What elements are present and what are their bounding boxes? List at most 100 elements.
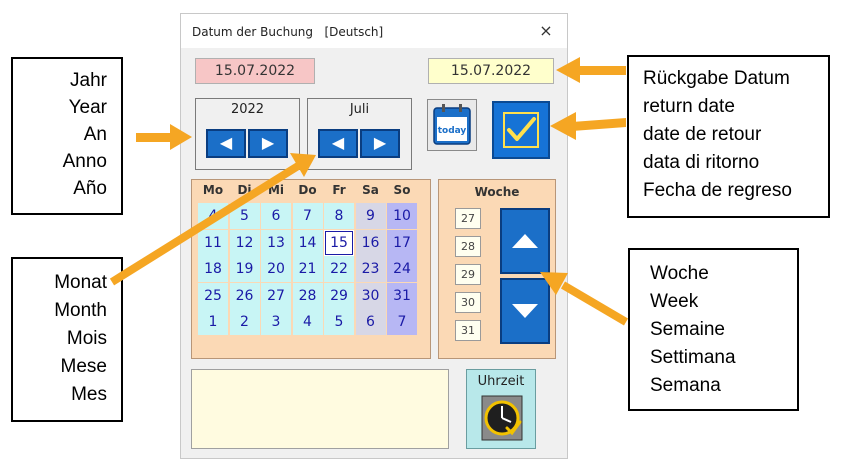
svg-text:today: today xyxy=(438,126,467,136)
clock-icon xyxy=(481,395,523,441)
year-next-button[interactable]: ▶ xyxy=(248,129,288,158)
calendar-day[interactable]: 14 xyxy=(292,229,323,256)
calendar-day[interactable]: 6 xyxy=(355,309,386,335)
calendar-day[interactable]: 2 xyxy=(229,309,260,335)
date-dialog: Datum der Buchung [Deutsch] × 15.07.2022… xyxy=(180,13,568,459)
callout-line: Fecha de regreso xyxy=(643,180,792,201)
calendar-day[interactable]: 20 xyxy=(261,256,291,282)
calendar-day[interactable]: 4 xyxy=(198,203,228,229)
calendar-day[interactable]: 15 xyxy=(324,229,354,256)
callout-line: Año xyxy=(73,178,107,199)
callout-line: Rückgabe Datum xyxy=(643,68,790,89)
calendar-day[interactable]: 19 xyxy=(229,256,260,282)
week-down-button[interactable] xyxy=(500,278,550,344)
callout-line: Mes xyxy=(71,384,107,405)
calendar-day[interactable]: 27 xyxy=(261,282,291,309)
time-button[interactable]: Uhrzeit xyxy=(466,369,536,449)
callout-line: data di ritorno xyxy=(643,152,760,173)
calendar-day[interactable]: 6 xyxy=(261,203,291,229)
calendar-day[interactable]: 30 xyxy=(355,282,386,309)
week-number[interactable]: 31 xyxy=(455,320,481,341)
day-of-week-header: Mo xyxy=(202,183,224,197)
callout-line: Semaine xyxy=(650,319,725,340)
return-date-callout: Rückgabe Datum return date date de retou… xyxy=(627,55,830,218)
month-next-button[interactable]: ▶ xyxy=(360,129,400,158)
calendar-day[interactable]: 22 xyxy=(324,256,354,282)
calendar-day[interactable]: 23 xyxy=(355,256,386,282)
calendar-day[interactable]: 31 xyxy=(387,282,417,309)
year-spinner: 2022 ◀ ▶ xyxy=(195,98,300,170)
checkmark-icon xyxy=(503,112,539,148)
year-prev-button[interactable]: ◀ xyxy=(206,129,246,158)
calendar-day[interactable]: 24 xyxy=(387,256,417,282)
arrow-down-icon xyxy=(512,304,538,318)
callout-line: Semana xyxy=(650,375,721,396)
arrow-right-icon: ▶ xyxy=(373,133,387,152)
callout-line: Settimana xyxy=(650,347,736,368)
calendar-day[interactable]: 21 xyxy=(292,256,323,282)
calendar-day[interactable]: 25 xyxy=(198,282,228,309)
callout-line: An xyxy=(83,124,107,145)
arrow-left-icon: ◀ xyxy=(331,133,345,152)
calendar-day[interactable]: 26 xyxy=(229,282,260,309)
calendar-day[interactable]: 10 xyxy=(387,203,417,229)
month-label: Juli xyxy=(349,102,370,117)
confirm-button[interactable] xyxy=(492,101,550,159)
day-of-week-header: Di xyxy=(237,183,252,197)
callout-line: date de retour xyxy=(643,124,762,145)
arrow-left-icon: ◀ xyxy=(219,133,233,152)
calendar-day[interactable]: 18 xyxy=(198,256,228,282)
time-button-label: Uhrzeit xyxy=(477,374,525,389)
week-up-button[interactable] xyxy=(500,208,550,274)
callout-line: Week xyxy=(650,291,699,312)
calendar-day[interactable]: 8 xyxy=(324,203,354,229)
day-of-week-header: Mi xyxy=(267,183,285,197)
arrow-up-icon xyxy=(512,234,538,248)
week-number[interactable]: 30 xyxy=(455,292,481,313)
calendar-day[interactable]: 1 xyxy=(198,309,228,335)
calendar-day[interactable]: 5 xyxy=(324,309,354,335)
callout-line: Mois xyxy=(66,328,107,349)
calendar-day[interactable]: 7 xyxy=(387,309,417,335)
calendar-day[interactable]: 16 xyxy=(355,229,386,256)
callout-line: Woche xyxy=(650,263,709,284)
callout-line: Monat xyxy=(54,272,107,293)
callout-line: Anno xyxy=(62,151,107,172)
week-number[interactable]: 27 xyxy=(455,208,481,229)
week-number[interactable]: 28 xyxy=(455,236,481,257)
week-panel: Woche 27 28 29 30 31 xyxy=(438,179,556,359)
calendar-day[interactable]: 5 xyxy=(229,203,260,229)
today-button[interactable]: today xyxy=(427,99,477,151)
year-label: 2022 xyxy=(230,102,265,117)
calendar-day[interactable]: 9 xyxy=(355,203,386,229)
month-spinner: Juli ◀ ▶ xyxy=(307,98,412,170)
day-of-week-header: Do xyxy=(298,183,317,197)
callout-line: Mese xyxy=(60,356,107,377)
week-label: Woche xyxy=(474,185,520,199)
month-prev-button[interactable]: ◀ xyxy=(318,129,358,158)
calendar-day[interactable]: 12 xyxy=(229,229,260,256)
callout-line: return date xyxy=(643,96,735,117)
return-date-field[interactable]: 15.07.2022 xyxy=(428,58,554,84)
week-number[interactable]: 29 xyxy=(455,264,481,285)
day-of-week-header: Sa xyxy=(362,183,379,197)
arrow-right-icon: ▶ xyxy=(261,133,275,152)
dialog-title: Datum der Buchung [Deutsch] xyxy=(192,25,384,39)
calendar-day[interactable]: 7 xyxy=(292,203,323,229)
year-callout: Jahr Year An Anno Año xyxy=(11,57,123,215)
calendar-today-icon: today xyxy=(433,104,471,145)
notes-area[interactable] xyxy=(191,369,449,449)
calendar-day[interactable]: 17 xyxy=(387,229,417,256)
day-of-week-header: Fr xyxy=(332,183,346,197)
calendar-day[interactable]: 28 xyxy=(292,282,323,309)
calendar-day[interactable]: 4 xyxy=(292,309,323,335)
close-button[interactable]: × xyxy=(535,20,557,42)
day-of-week-header: So xyxy=(393,183,411,197)
booking-date-field[interactable]: 15.07.2022 xyxy=(195,58,315,84)
calendar-day[interactable]: 3 xyxy=(261,309,291,335)
calendar-day[interactable]: 13 xyxy=(261,229,291,256)
calendar-day[interactable]: 29 xyxy=(324,282,354,309)
callout-line: Jahr xyxy=(70,70,107,91)
calendar-day[interactable]: 11 xyxy=(198,229,228,256)
week-callout: Woche Week Semaine Settimana Semana xyxy=(628,248,799,411)
